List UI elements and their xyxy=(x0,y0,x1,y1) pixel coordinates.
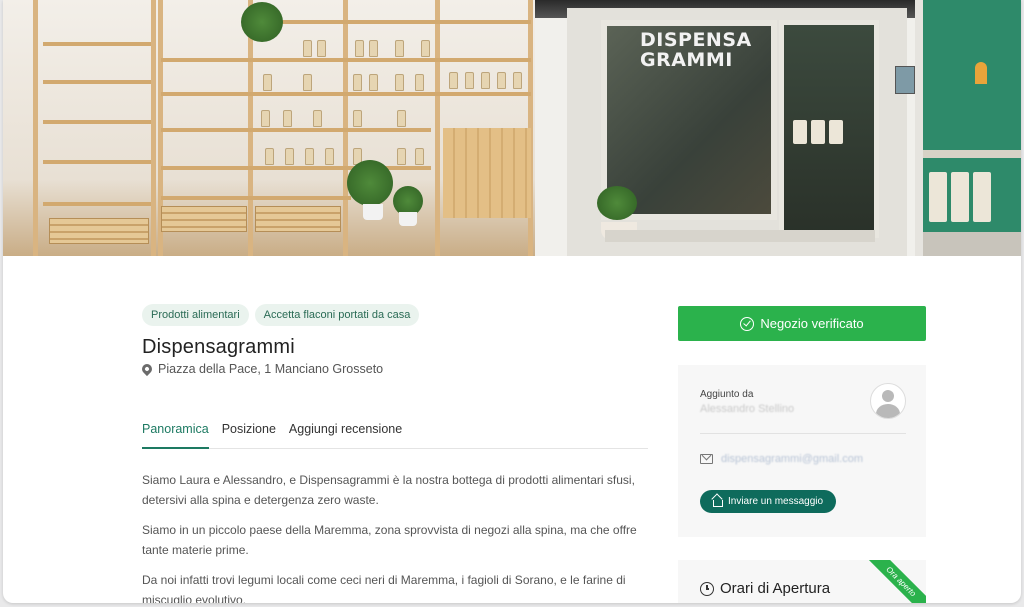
gallery-photo-storefront[interactable]: DISPENSA GRAMMI xyxy=(535,0,915,256)
storefront-sign: DISPENSA GRAMMI xyxy=(640,29,752,71)
opening-hours-card: Orari di Apertura Ora aperto xyxy=(678,560,926,603)
description-paragraph: Siamo in un piccolo paese della Maremma,… xyxy=(142,523,637,557)
owner-email[interactable]: dispensagrammi@gmail.com xyxy=(721,453,863,465)
send-message-button[interactable]: Inviare un messaggio xyxy=(700,490,837,513)
email-row: dispensagrammi@gmail.com xyxy=(700,453,863,465)
send-message-label: Inviare un messaggio xyxy=(728,496,824,507)
open-now-ribbon: Ora aperto xyxy=(863,560,926,603)
location-pin-icon xyxy=(139,361,155,377)
store-description: Siamo Laura e Alessandro, e Dispensagram… xyxy=(142,470,642,603)
opening-hours-label: Orari di Apertura xyxy=(720,580,831,597)
store-address: Piazza della Pace, 1 Manciano Grosseto xyxy=(139,361,384,377)
gallery-photo-shelves[interactable] xyxy=(3,0,535,256)
verified-label: Negozio verificato xyxy=(760,316,864,331)
mail-icon xyxy=(700,454,713,464)
clock-icon xyxy=(700,581,714,596)
page: DISPENSA GRAMMI Prodotti alimentari Acce… xyxy=(3,0,1021,603)
owner-card: Aggiunto da Alessandro Stellino dispensa… xyxy=(678,365,926,537)
home-icon xyxy=(713,499,723,507)
added-by-label: Aggiunto da xyxy=(700,389,754,400)
description-paragraph: Siamo Laura e Alessandro, e Dispensagram… xyxy=(142,473,635,507)
tag-chip[interactable]: Accetta flaconi portati da casa xyxy=(254,304,420,326)
owner-name[interactable]: Alessandro Stellino xyxy=(700,403,794,415)
category-tags: Prodotti alimentari Accetta flaconi port… xyxy=(142,304,420,326)
tab-posizione[interactable]: Posizione xyxy=(222,418,276,447)
description-paragraph: Da noi infatti trovi legumi locali come … xyxy=(142,573,626,603)
verified-store-badge[interactable]: Negozio verificato xyxy=(678,306,926,341)
listing-tabs: Panoramica Posizione Aggiungi recensione xyxy=(142,418,648,449)
tab-aggiungi-recensione[interactable]: Aggiungi recensione xyxy=(289,418,402,447)
tab-panoramica[interactable]: Panoramica xyxy=(142,418,209,449)
check-circle-icon xyxy=(740,316,755,331)
address-text: Piazza della Pace, 1 Manciano Grosseto xyxy=(158,362,384,376)
gallery-photo-interior[interactable] xyxy=(915,0,1021,256)
divider xyxy=(700,433,906,434)
tag-chip[interactable]: Prodotti alimentari xyxy=(142,304,249,326)
avatar[interactable] xyxy=(870,383,906,419)
store-title: Dispensagrammi xyxy=(142,336,295,358)
opening-hours-title: Orari di Apertura xyxy=(700,580,830,597)
photo-gallery[interactable]: DISPENSA GRAMMI xyxy=(3,0,1021,256)
